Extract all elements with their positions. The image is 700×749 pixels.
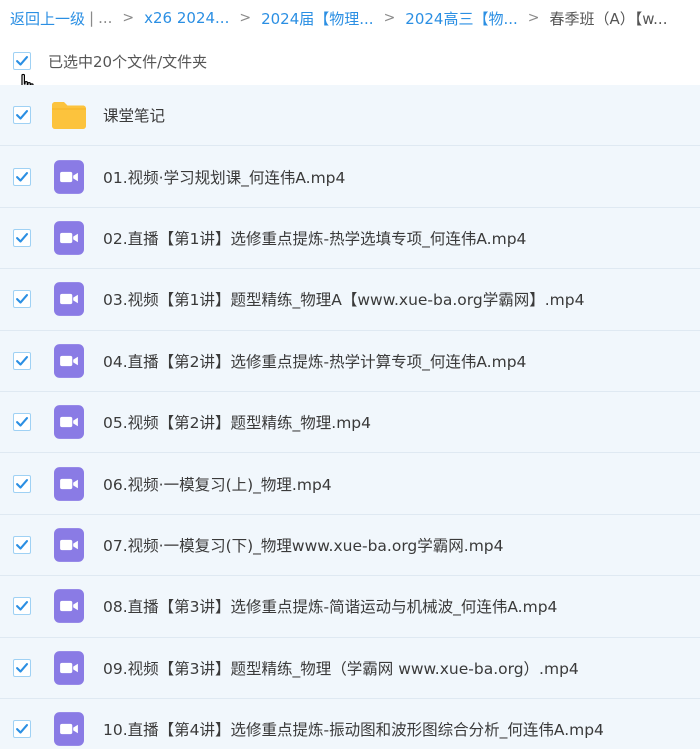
video-file-icon [51,527,87,563]
list-item[interactable]: 03.视频【第1讲】题型精练_物理A【www.xue-ba.org学霸网】.mp… [0,269,700,331]
video-file-icon [51,220,87,256]
checkbox-checked-icon [16,232,29,243]
file-name[interactable]: 05.视频【第2讲】题型精练_物理.mp4 [103,411,371,433]
folder-icon [51,97,87,133]
list-item[interactable]: 06.视频·一模复习(上)_物理.mp4 [0,453,700,515]
video-file-icon [51,404,87,440]
list-item[interactable]: 课堂笔记 [0,85,700,147]
row-checkbox[interactable] [13,535,31,554]
row-checkbox[interactable] [13,474,31,493]
video-file-icon [51,588,87,624]
file-name[interactable]: 01.视频·学习规划课_何连伟A.mp4 [103,166,345,188]
breadcrumb-arrow: > [122,10,135,26]
list-item[interactable]: 05.视频【第2讲】题型精练_物理.mp4 [0,391,700,454]
checkbox-checked-icon [16,601,29,611]
list-item[interactable]: 10.直播【第4讲】选修重点提炼-振动图和波形图综合分析_何连伟A.mp4 [0,698,700,749]
list-item[interactable]: 01.视频·学习规划课_何连伟A.mp4 [0,146,700,208]
checkbox-checked-icon [16,355,29,366]
breadcrumb-item[interactable]: 2024高三【物... [405,8,517,29]
file-browser: 返回上一级 | ... > x26 2024... > 2024届【物理... … [0,0,700,749]
checkbox-checked-icon [16,294,29,304]
list-item[interactable]: 07.视频·一模复习(下)_物理www.xue-ba.org学霸网.mp4 [0,514,700,577]
file-name[interactable]: 07.视频·一模复习(下)_物理www.xue-ba.org学霸网.mp4 [103,534,504,556]
row-checkbox[interactable] [13,290,31,309]
breadcrumb-divider: | [89,9,95,27]
row-checkbox[interactable] [13,351,31,370]
video-file-icon [51,466,87,502]
breadcrumb-arrow: > [527,10,540,26]
checkbox-checked-icon [16,539,29,550]
row-checkbox[interactable] [13,658,31,677]
back-link[interactable]: 返回上一级 [10,8,85,29]
checkbox-checked-icon [16,56,29,66]
checkbox-checked-icon [16,171,29,182]
row-checkbox[interactable] [13,167,31,186]
video-file-icon [51,711,87,747]
breadcrumb-ellipsis[interactable]: ... [98,9,112,27]
breadcrumb-arrow: > [383,10,396,26]
row-checkbox[interactable] [13,413,31,432]
file-name[interactable]: 03.视频【第1讲】题型精练_物理A【www.xue-ba.org学霸网】.mp… [103,288,584,310]
file-name[interactable]: 06.视频·一模复习(上)_物理.mp4 [103,473,332,495]
file-name[interactable]: 10.直播【第4讲】选修重点提炼-振动图和波形图综合分析_何连伟A.mp4 [103,718,604,740]
list-item[interactable]: 04.直播【第2讲】选修重点提炼-热学计算专项_何连伟A.mp4 [0,330,700,392]
video-file-icon [51,159,87,195]
file-name[interactable]: 09.视频【第3讲】题型精练_物理（学霸网 www.xue-ba.org）.mp… [103,657,579,679]
row-checkbox[interactable] [13,597,31,616]
breadcrumb-item[interactable]: x26 2024... [144,9,229,27]
list-item[interactable]: 09.视频【第3讲】题型精练_物理（学霸网 www.xue-ba.org）.mp… [0,637,700,699]
video-file-icon [51,281,87,317]
video-file-icon [51,343,87,379]
checkbox-checked-icon [16,662,29,673]
breadcrumb-item[interactable]: 2024届【物理... [261,8,373,29]
file-name[interactable]: 08.直播【第3讲】选修重点提炼-简谐运动与机械波_何连伟A.mp4 [103,595,557,617]
file-name[interactable]: 04.直播【第2讲】选修重点提炼-热学计算专项_何连伟A.mp4 [103,350,526,372]
video-file-icon [51,650,87,686]
file-list: 课堂笔记 01.视频·学习规划课_何连伟A.mp4 02.直播【第1讲】选修重点… [0,85,700,749]
row-checkbox[interactable] [13,106,31,125]
file-name[interactable]: 02.直播【第1讲】选修重点提炼-热学选填专项_何连伟A.mp4 [103,227,526,249]
checkbox-checked-icon [16,110,29,120]
selection-count-label: 已选中20个文件/文件夹 [48,52,208,71]
checkbox-checked-icon [16,417,29,427]
list-item[interactable]: 02.直播【第1讲】选修重点提炼-热学选填专项_何连伟A.mp4 [0,207,700,270]
list-item[interactable]: 08.直播【第3讲】选修重点提炼-简谐运动与机械波_何连伟A.mp4 [0,576,700,638]
breadcrumb-current: 春季班（A）【w... [549,9,668,28]
select-all-checkbox[interactable] [13,52,31,70]
row-checkbox[interactable] [13,228,31,247]
breadcrumb-arrow: > [239,10,252,26]
selection-bar: 已选中20个文件/文件夹 [0,43,700,79]
file-name[interactable]: 课堂笔记 [103,104,165,126]
breadcrumb: 返回上一级 | ... > x26 2024... > 2024届【物理... … [0,0,700,36]
checkbox-checked-icon [16,478,29,489]
row-checkbox[interactable] [13,720,31,739]
checkbox-checked-icon [16,724,29,734]
